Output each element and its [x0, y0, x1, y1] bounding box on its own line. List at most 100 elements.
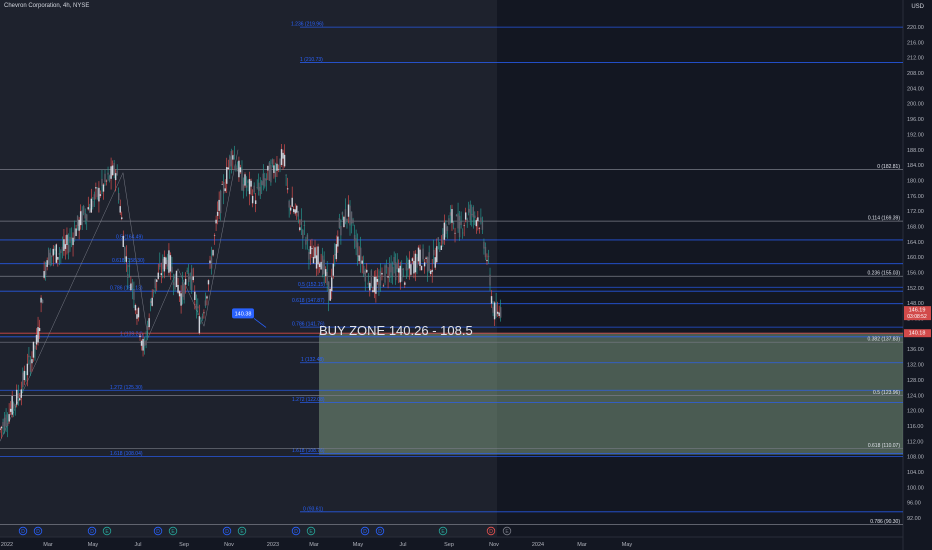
candle-body	[239, 167, 242, 173]
candle-body	[232, 155, 234, 160]
candle-body	[178, 291, 181, 297]
event-marker-label: D	[225, 529, 229, 535]
candle-body	[461, 232, 464, 234]
candle-body	[64, 244, 67, 249]
candle-body	[46, 260, 48, 267]
candle-body	[466, 219, 468, 223]
candle-body	[401, 268, 403, 282]
y-tick-label: 152.00	[907, 286, 924, 292]
candle-body	[483, 241, 485, 249]
candle-body	[11, 395, 13, 415]
candle-body	[399, 265, 401, 283]
candle-body	[171, 266, 173, 273]
candle-body	[108, 175, 111, 181]
candle-body	[286, 188, 289, 190]
candle-body	[130, 283, 132, 291]
fib-level-label: 0.618 (158.30)	[112, 258, 145, 264]
price-tag-label: 140.18	[909, 331, 926, 337]
candlestick-chart[interactable]: 92.00 96.00 100.00 104.00 108.00 112.00 116.00…	[0, 0, 932, 550]
chart-area[interactable]: 92.00 96.00 100.00 104.00 108.00 112.00 116.00…	[0, 0, 932, 550]
candle-body	[61, 246, 64, 251]
candle-body	[481, 222, 484, 230]
candle-body	[6, 423, 9, 427]
right-fib-label: 0.618 (110.07)	[868, 443, 900, 449]
y-tick-label: 132.00	[907, 363, 924, 369]
y-tick-label: 124.00	[907, 393, 924, 399]
candle-body	[361, 260, 363, 264]
candle-body	[480, 217, 482, 223]
candle-body	[87, 207, 89, 210]
candle-body	[490, 296, 493, 304]
candle-body	[309, 246, 312, 255]
candle-body	[366, 269, 368, 273]
candle-body	[219, 190, 222, 214]
candle-body	[245, 185, 248, 188]
candle-body	[128, 264, 131, 268]
candle-body	[9, 408, 12, 412]
candle-body	[57, 256, 59, 260]
candle-body	[221, 183, 223, 185]
candle-body	[369, 283, 371, 291]
candle-body	[426, 257, 429, 272]
candle-body	[60, 250, 62, 254]
candle-body	[379, 271, 382, 286]
candle-body	[381, 272, 383, 275]
candle-body	[122, 235, 124, 248]
candle-body	[416, 257, 418, 268]
candle-body	[436, 246, 438, 263]
candle-body	[242, 184, 245, 192]
candle-body	[184, 278, 187, 285]
candle-body	[347, 204, 350, 217]
x-tick-label: Mar	[309, 542, 319, 548]
y-tick-label: 104.00	[907, 470, 924, 476]
candle-body	[317, 246, 319, 265]
candle-body	[299, 227, 301, 231]
candle-body	[308, 252, 310, 260]
candle-body	[478, 228, 481, 229]
y-tick-label: 96.00	[907, 501, 921, 507]
candle-body	[356, 242, 359, 257]
candle-body	[200, 321, 202, 323]
candle-body	[2, 422, 4, 427]
candle-body	[76, 215, 79, 226]
y-tick-label: 208.00	[907, 71, 924, 77]
x-tick-label: 2023	[267, 542, 279, 548]
candle-body	[52, 248, 54, 256]
candle-body	[118, 193, 120, 201]
candle-body	[104, 173, 106, 182]
x-tick-label: May	[622, 542, 633, 548]
event-marker-label: D	[378, 529, 382, 535]
candle-body	[445, 224, 447, 234]
price-callout-label: 140.38	[235, 311, 252, 317]
candle-body	[329, 289, 331, 301]
candle-body	[291, 197, 293, 207]
candle-body	[98, 187, 100, 202]
candle-body	[55, 244, 58, 263]
candle-body	[31, 359, 33, 364]
x-tick-label: Jul	[134, 542, 141, 548]
candle-body	[154, 278, 156, 289]
candle-body	[460, 221, 462, 226]
candle-body	[28, 355, 30, 358]
candle-body	[338, 218, 341, 228]
candle-body	[311, 248, 313, 250]
candle-body	[289, 207, 292, 211]
candle-body	[175, 270, 178, 287]
candle-body	[99, 194, 102, 196]
candle-body	[344, 209, 347, 223]
x-tick-label: May	[88, 542, 99, 548]
candle-body	[385, 265, 388, 268]
candle-body	[262, 173, 264, 186]
candle-body	[493, 302, 496, 320]
candle-body	[38, 328, 41, 332]
fib-level-label: 0.5 (152.15)	[298, 282, 325, 288]
candle-body	[442, 233, 444, 244]
event-marker-label: D	[36, 529, 40, 535]
candle-body	[364, 270, 366, 282]
candle-body	[67, 244, 70, 253]
candle-body	[19, 398, 21, 401]
candle-body	[47, 249, 50, 265]
candle-body	[153, 289, 155, 293]
x-tick-label: Nov	[489, 542, 499, 548]
candle-body	[498, 312, 500, 317]
